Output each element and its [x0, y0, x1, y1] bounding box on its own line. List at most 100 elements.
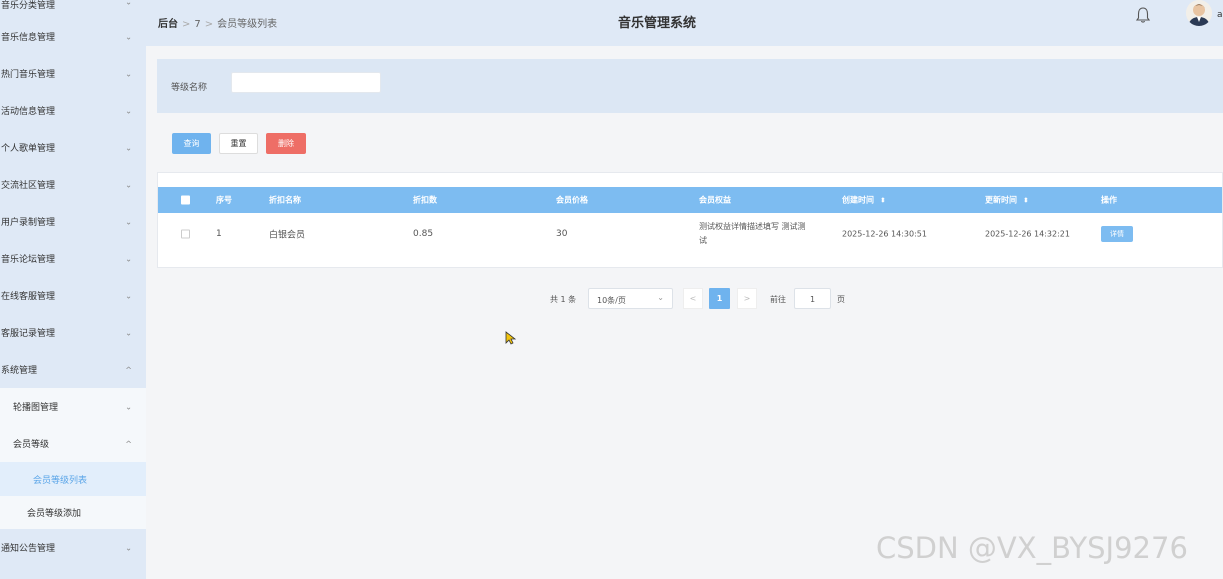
sidebar-item-label: 活动信息管理 [1, 107, 56, 117]
bell-icon[interactable] [1135, 6, 1151, 24]
sidebar-item-service-records[interactable]: 客服记录管理 ⌄ [0, 314, 146, 351]
detail-button[interactable]: 详情 [1101, 226, 1133, 242]
sidebar-item-member-level-list[interactable]: 会员等级列表 [0, 462, 146, 496]
page-size-select[interactable]: 10条/页 ⌄ [588, 288, 673, 309]
sidebar-item-label: 音乐信息管理 [1, 33, 56, 43]
sidebar-item-playlist[interactable]: 个人歌单管理 ⌄ [0, 129, 146, 166]
breadcrumb-mid[interactable]: 7 [194, 19, 200, 30]
chevron-up-icon: ^ [125, 439, 132, 448]
chevron-up-icon: ^ [125, 365, 132, 374]
row-checkbox[interactable] [181, 229, 190, 239]
main-content: 等级名称 查询 重置 删除 序号 折扣名称 折扣数 会员价格 会员权益 创建时间… [146, 46, 1223, 579]
header-created[interactable]: 创建时间 ⬍ [842, 195, 886, 206]
page-number-button[interactable]: 1 [709, 288, 730, 309]
cell-name: 白银会员 [269, 230, 306, 241]
chevron-down-icon: ⌄ [125, 180, 132, 189]
sidebar-item-label: 用户录制管理 [1, 218, 56, 228]
member-level-table: 序号 折扣名称 折扣数 会员价格 会员权益 创建时间 ⬍ 更新时间 ⬍ 操作 1 白… [157, 172, 1223, 268]
chevron-down-icon: ⌄ [125, 0, 132, 7]
username[interactable]: a [1217, 10, 1223, 20]
sidebar-item-label: 热门音乐管理 [1, 70, 56, 80]
select-all-checkbox[interactable] [181, 195, 190, 205]
header-discount: 折扣数 [413, 195, 437, 205]
sidebar-item-system[interactable]: 系统管理 ^ [0, 351, 146, 388]
page-title: 音乐管理系统 [618, 16, 697, 31]
sidebar-item-activity[interactable]: 活动信息管理 ⌄ [0, 92, 146, 129]
top-bar: 后台 >7 > 会员等级列表 音乐管理系统 a [146, 0, 1223, 46]
sidebar-item-music-category[interactable]: 音乐分类管理 ⌄ [0, 0, 146, 18]
header-name: 折扣名称 [269, 195, 301, 205]
chevron-down-icon: ⌄ [125, 402, 132, 411]
chevron-down-icon: ⌄ [657, 293, 664, 302]
sidebar-item-label: 音乐论坛管理 [1, 255, 56, 265]
system-submenu: 轮播图管理 ⌄ 会员等级 ^ 会员等级列表 会员等级添加 [0, 388, 146, 529]
delete-button[interactable]: 删除 [266, 133, 306, 154]
sidebar-item-music-info[interactable]: 音乐信息管理 ⌄ [0, 18, 146, 55]
sidebar-item-label: 会员等级 [13, 440, 50, 450]
sidebar-item-member-level[interactable]: 会员等级 ^ [0, 425, 146, 462]
goto-label: 前往 [770, 295, 786, 304]
header-action: 操作 [1101, 195, 1117, 205]
chevron-down-icon: ⌄ [125, 543, 132, 552]
header-index: 序号 [216, 195, 232, 205]
header-updated[interactable]: 更新时间 ⬍ [985, 195, 1029, 206]
breadcrumb-separator: > [182, 19, 191, 30]
prev-page-button[interactable]: < [683, 288, 703, 309]
cell-price: 30 [556, 229, 568, 239]
sort-icon[interactable]: ⬍ [880, 197, 886, 205]
cell-discount: 0.85 [413, 229, 434, 239]
sidebar-item-label: 系统管理 [1, 366, 38, 376]
sidebar-item-label: 会员等级列表 [33, 475, 88, 486]
sidebar-item-label: 会员等级添加 [27, 509, 82, 519]
sidebar-item-member-level-add[interactable]: 会员等级添加 [0, 496, 146, 529]
header-price: 会员价格 [556, 195, 588, 205]
sidebar-item-notice[interactable]: 通知公告管理 ⌄ [0, 529, 146, 566]
chevron-down-icon: ⌄ [125, 217, 132, 226]
breadcrumb-home[interactable]: 后台 [158, 19, 178, 30]
chevron-down-icon: ⌄ [125, 291, 132, 300]
sort-icon[interactable]: ⬍ [1023, 197, 1029, 205]
search-panel: 等级名称 [157, 59, 1223, 113]
sidebar-item-forum[interactable]: 音乐论坛管理 ⌄ [0, 240, 146, 277]
page-size-value: 10条/页 [597, 296, 626, 305]
cell-updated: 2025-12-26 14:32:21 [985, 229, 1070, 239]
sidebar-item-label: 轮播图管理 [13, 403, 59, 413]
chevron-down-icon: ⌄ [125, 254, 132, 263]
cell-index: 1 [216, 229, 222, 239]
mouse-cursor-icon [505, 331, 517, 345]
reset-button[interactable]: 重置 [219, 133, 258, 154]
sidebar: 音乐分类管理 ⌄ 音乐信息管理 ⌄ 热门音乐管理 ⌄ 活动信息管理 ⌄ 个人歌单… [0, 0, 146, 579]
chevron-down-icon: ⌄ [125, 69, 132, 78]
chevron-down-icon: ⌄ [125, 328, 132, 337]
sidebar-item-carousel[interactable]: 轮播图管理 ⌄ [0, 388, 146, 425]
sidebar-item-community[interactable]: 交流社区管理 ⌄ [0, 166, 146, 203]
table-header: 序号 折扣名称 折扣数 会员价格 会员权益 创建时间 ⬍ 更新时间 ⬍ 操作 [158, 187, 1222, 213]
sidebar-item-label: 个人歌单管理 [1, 144, 56, 154]
cell-benefit: 测试权益详情描述填写 测试测试 [699, 220, 829, 248]
chevron-down-icon: ⌄ [125, 32, 132, 41]
pagination: 共 1 条 10条/页 ⌄ < 1 > 前往 1 页 [146, 288, 1223, 310]
sidebar-item-hot-music[interactable]: 热门音乐管理 ⌄ [0, 55, 146, 92]
sidebar-item-label: 交流社区管理 [1, 181, 56, 191]
query-button[interactable]: 查询 [172, 133, 211, 154]
header-benefit: 会员权益 [699, 195, 731, 205]
chevron-down-icon: ⌄ [125, 143, 132, 152]
breadcrumb-separator: > [204, 19, 214, 30]
header-updated-label: 更新时间 [985, 195, 1017, 205]
header-created-label: 创建时间 [842, 195, 874, 205]
sidebar-item-recording[interactable]: 用户录制管理 ⌄ [0, 203, 146, 240]
cell-benefit-line: 试 [699, 236, 707, 245]
sidebar-item-label: 在线客服管理 [1, 292, 56, 302]
goto-page-input[interactable]: 1 [794, 288, 831, 309]
sidebar-item-label: 音乐分类管理 [1, 1, 56, 11]
level-name-input[interactable] [231, 72, 381, 93]
user-avatar-icon [1186, 0, 1212, 26]
pagination-total: 共 1 条 [550, 295, 577, 304]
sidebar-item-label: 通知公告管理 [1, 544, 56, 554]
search-label: 等级名称 [171, 83, 208, 93]
sidebar-item-online-service[interactable]: 在线客服管理 ⌄ [0, 277, 146, 314]
next-page-button[interactable]: > [737, 288, 757, 309]
page-unit-label: 页 [837, 295, 845, 304]
cell-created: 2025-12-26 14:30:51 [842, 229, 927, 239]
avatar[interactable] [1186, 0, 1212, 26]
